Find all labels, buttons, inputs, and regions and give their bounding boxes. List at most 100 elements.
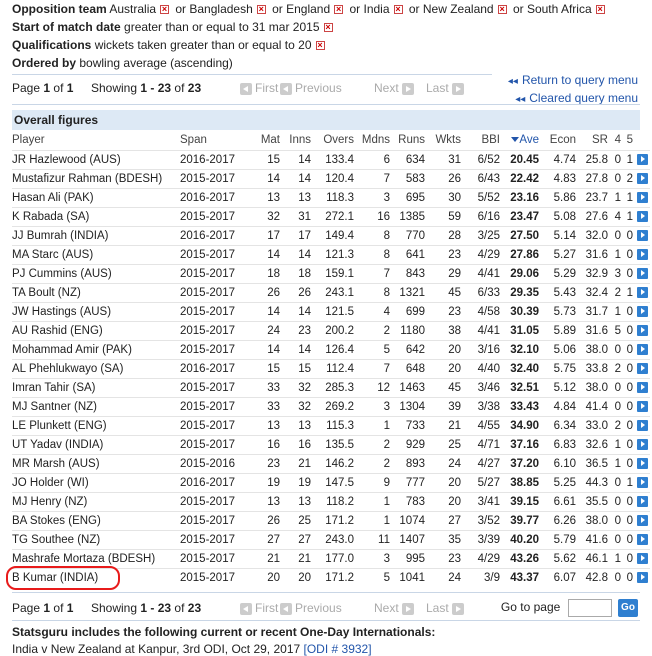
stat-cell-overs: 171.2 xyxy=(311,510,354,530)
play-arrow-icon[interactable] xyxy=(637,572,648,584)
column-header-overs[interactable]: Overs xyxy=(311,130,354,150)
first-page-button[interactable]: First xyxy=(240,78,278,98)
play-arrow-icon[interactable] xyxy=(637,514,648,526)
player-name-cell[interactable]: UT Yadav (INDIA) xyxy=(12,434,180,454)
player-name-cell[interactable]: JJ Bumrah (INDIA) xyxy=(12,225,180,245)
player-name-cell[interactable]: MJ Santner (NZ) xyxy=(12,396,180,416)
player-name-cell[interactable]: TA Boult (NZ) xyxy=(12,282,180,302)
player-name-cell[interactable]: Imran Tahir (SA) xyxy=(12,377,180,397)
player-name-cell[interactable]: JR Hazlewood (AUS) xyxy=(12,149,180,169)
stat-cell-ave: 37.20 xyxy=(500,453,539,473)
table-row: AL Phehlukwayo (SA) 2016-2017 15 15 112.4 7 64… xyxy=(12,358,650,378)
play-arrow-icon[interactable] xyxy=(637,229,648,241)
play-arrow-icon[interactable] xyxy=(637,267,648,279)
column-header-4[interactable]: 4 xyxy=(608,130,621,150)
remove-filter-icon[interactable]: × xyxy=(315,41,325,51)
previous-arrow-icon xyxy=(280,602,292,615)
column-header-5[interactable]: 5 xyxy=(621,130,633,150)
player-name-cell[interactable]: K Rabada (SA) xyxy=(12,206,180,226)
player-name-cell[interactable]: MJ Henry (NZ) xyxy=(12,491,180,511)
play-arrow-icon[interactable] xyxy=(637,381,648,393)
play-arrow-icon[interactable] xyxy=(637,191,648,203)
stat-cell-sr: 41.4 xyxy=(576,396,608,416)
play-arrow-icon[interactable] xyxy=(637,476,648,488)
remove-filter-icon[interactable]: × xyxy=(323,23,333,33)
next-page-button[interactable]: Next xyxy=(374,598,414,618)
last-page-button[interactable]: Last xyxy=(426,78,464,98)
cleared-query-link[interactable]: ◂◂ Cleared query menu xyxy=(508,90,638,108)
play-arrow-icon[interactable] xyxy=(637,533,648,545)
column-header-ave[interactable]: Ave xyxy=(500,130,539,150)
play-arrow-icon[interactable] xyxy=(637,153,648,165)
stat-cell-runs: 1463 xyxy=(390,377,425,397)
stat-cell-mat: 13 xyxy=(248,415,280,435)
column-header-mdns[interactable]: Mdns xyxy=(354,130,390,150)
play-arrow-icon[interactable] xyxy=(637,248,648,260)
play-arrow-icon[interactable] xyxy=(637,343,648,355)
return-to-query-link[interactable]: ◂◂ Return to query menu xyxy=(508,72,638,90)
player-name-cell[interactable]: LE Plunkett (ENG) xyxy=(12,415,180,435)
play-arrow-icon[interactable] xyxy=(637,457,648,469)
stat-cell-mdns: 3 xyxy=(354,396,390,416)
player-name-cell[interactable]: Hasan Ali (PAK) xyxy=(12,187,180,207)
previous-page-button[interactable]: Previous xyxy=(280,78,342,98)
stat-cell-econ: 5.43 xyxy=(539,282,576,302)
stat-cell-runs: 1074 xyxy=(390,510,425,530)
play-arrow-icon[interactable] xyxy=(637,362,648,374)
stat-cell-5: 0 xyxy=(621,244,633,264)
play-arrow-icon[interactable] xyxy=(637,552,648,564)
remove-filter-icon[interactable]: × xyxy=(497,5,507,15)
play-arrow-icon[interactable] xyxy=(637,400,648,412)
player-name-cell[interactable]: AU Rashid (ENG) xyxy=(12,320,180,340)
play-arrow-icon[interactable] xyxy=(637,172,648,184)
player-name-cell[interactable]: AL Phehlukwayo (SA) xyxy=(12,358,180,378)
column-header-runs[interactable]: Runs xyxy=(390,130,425,150)
odi-link[interactable]: [ODI # 3932] xyxy=(304,642,372,656)
play-arrow-icon[interactable] xyxy=(637,210,648,222)
column-header-player[interactable]: Player xyxy=(12,130,180,150)
remove-filter-icon[interactable]: × xyxy=(595,5,605,15)
go-button[interactable]: Go xyxy=(618,598,638,617)
previous-page-button[interactable]: Previous xyxy=(280,598,342,618)
play-arrow-icon[interactable] xyxy=(637,305,648,317)
remove-filter-icon[interactable]: × xyxy=(334,5,344,15)
remove-filter-icon[interactable]: × xyxy=(256,5,266,15)
stat-cell-overs: 272.1 xyxy=(311,206,354,226)
player-name-cell[interactable]: Mustafizur Rahman (BDESH) xyxy=(12,168,180,188)
play-arrow-icon[interactable] xyxy=(637,286,648,298)
stat-cell-mat: 13 xyxy=(248,491,280,511)
column-header-inns[interactable]: Inns xyxy=(280,130,311,150)
column-header-bbi[interactable]: BBI xyxy=(461,130,500,150)
player-name-cell[interactable]: PJ Cummins (AUS) xyxy=(12,263,180,283)
stat-cell-4: 0 xyxy=(608,510,621,530)
stat-cell-runs: 995 xyxy=(390,548,425,568)
play-arrow-icon[interactable] xyxy=(637,419,648,431)
play-arrow-icon[interactable] xyxy=(637,324,648,336)
first-page-button[interactable]: First xyxy=(240,598,278,618)
stat-cell-econ: 4.74 xyxy=(539,149,576,169)
column-header-econ[interactable]: Econ xyxy=(539,130,576,150)
column-header-span[interactable]: Span xyxy=(180,130,248,150)
player-name-cell[interactable]: JW Hastings (AUS) xyxy=(12,301,180,321)
player-name-cell[interactable]: MR Marsh (AUS) xyxy=(12,453,180,473)
player-name-cell[interactable]: TG Southee (NZ) xyxy=(12,529,180,549)
stat-cell-mat: 33 xyxy=(248,396,280,416)
column-header-mat[interactable]: Mat xyxy=(248,130,280,150)
last-page-button[interactable]: Last xyxy=(426,598,464,618)
player-name-cell[interactable]: MA Starc (AUS) xyxy=(12,244,180,264)
remove-filter-icon[interactable]: × xyxy=(160,5,170,15)
showing-indicator: Showing 1 - 23 of 23 xyxy=(91,601,202,615)
page-number-input[interactable] xyxy=(567,598,612,617)
stat-cell-wkts: 27 xyxy=(425,510,461,530)
player-name-cell[interactable]: JO Holder (WI) xyxy=(12,472,180,492)
play-arrow-icon[interactable] xyxy=(637,495,648,507)
column-header-sr[interactable]: SR xyxy=(576,130,608,150)
next-page-button[interactable]: Next xyxy=(374,78,414,98)
stat-cell-sr: 35.5 xyxy=(576,491,608,511)
stat-cell-wkts: 45 xyxy=(425,377,461,397)
play-arrow-icon[interactable] xyxy=(637,438,648,450)
remove-filter-icon[interactable]: × xyxy=(393,5,403,15)
player-name-cell[interactable]: Mohammad Amir (PAK) xyxy=(12,339,180,359)
player-name-cell[interactable]: BA Stokes (ENG) xyxy=(12,510,180,530)
column-header-wkts[interactable]: Wkts xyxy=(425,130,461,150)
